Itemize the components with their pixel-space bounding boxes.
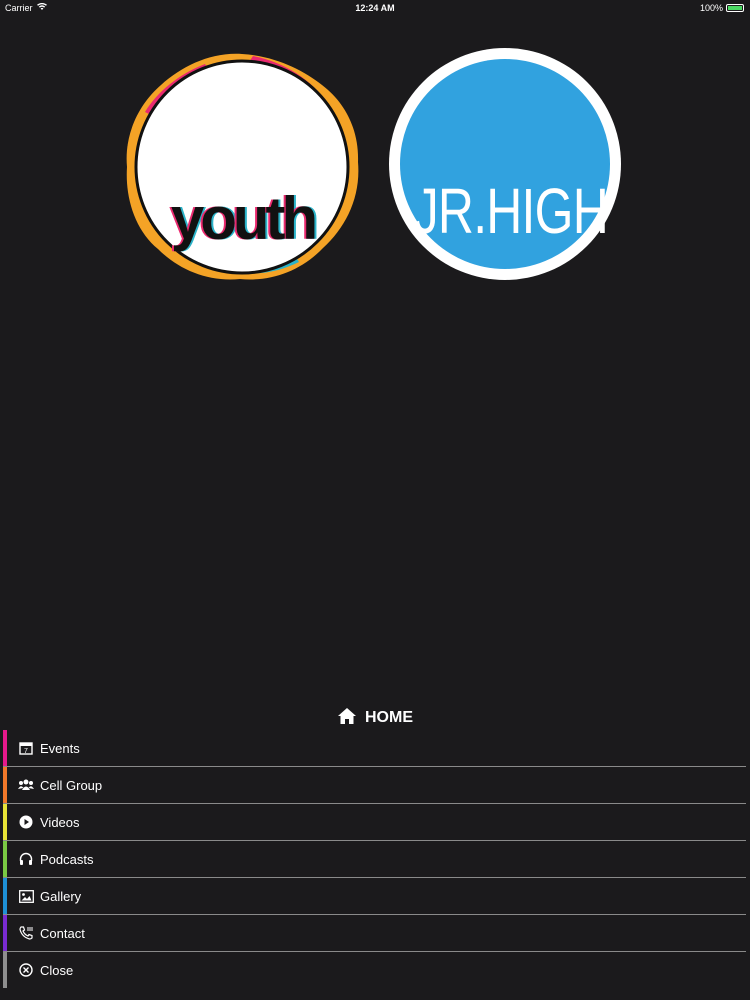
menu-item-close[interactable]: Close — [3, 952, 746, 988]
status-bar: Carrier 12:24 AM 100% — [0, 0, 750, 16]
status-time: 12:24 AM — [355, 3, 395, 13]
gallery-color-bar — [3, 878, 7, 914]
events-color-bar — [3, 730, 7, 766]
menu-item-videos[interactable]: Videos — [3, 804, 746, 841]
menu-item-label: Videos — [40, 814, 80, 830]
headphones-icon — [18, 851, 34, 867]
menu-item-label: Close — [40, 962, 74, 978]
contact-color-bar — [3, 915, 7, 951]
menu-home-header[interactable]: HOME — [0, 705, 750, 731]
jrhigh-logo[interactable]: JR.HIGH — [388, 46, 622, 282]
podcasts-color-bar — [3, 841, 7, 877]
menu-item-contact[interactable]: Contact — [3, 915, 746, 952]
status-right: 100% — [700, 3, 744, 13]
home-icon — [337, 707, 357, 730]
menu-item-label: Contact — [40, 925, 85, 941]
menu-item-label: Events — [40, 740, 80, 756]
battery-icon — [726, 4, 744, 12]
menu-item-cell-group[interactable]: Cell Group — [3, 767, 746, 804]
menu-list: 7 Events Cell Group Videos Podcasts Gall… — [3, 730, 746, 988]
jrhigh-logo-text: JR.HIGH — [413, 175, 609, 247]
menu-item-label: Podcasts — [40, 851, 94, 867]
menu-item-label: Gallery — [40, 888, 82, 904]
videos-color-bar — [3, 804, 7, 840]
calendar-icon: 7 — [18, 740, 34, 756]
youth-logo[interactable]: youth — [125, 52, 360, 282]
play-icon — [18, 814, 34, 830]
menu-title: HOME — [365, 709, 413, 726]
battery-percent: 100% — [699, 3, 723, 13]
image-icon — [18, 888, 34, 904]
menu-item-gallery[interactable]: Gallery — [3, 878, 746, 915]
cell-group-color-bar — [3, 767, 7, 803]
youth-logo-text: youth — [170, 185, 318, 252]
menu-item-podcasts[interactable]: Podcasts — [3, 841, 746, 878]
close-icon — [18, 962, 34, 978]
svg-text:7: 7 — [24, 748, 28, 755]
phone-icon — [18, 925, 34, 941]
menu-item-events[interactable]: 7 Events — [3, 730, 746, 767]
close-color-bar — [3, 952, 7, 988]
group-icon — [18, 777, 34, 793]
menu-item-label: Cell Group — [40, 777, 103, 793]
